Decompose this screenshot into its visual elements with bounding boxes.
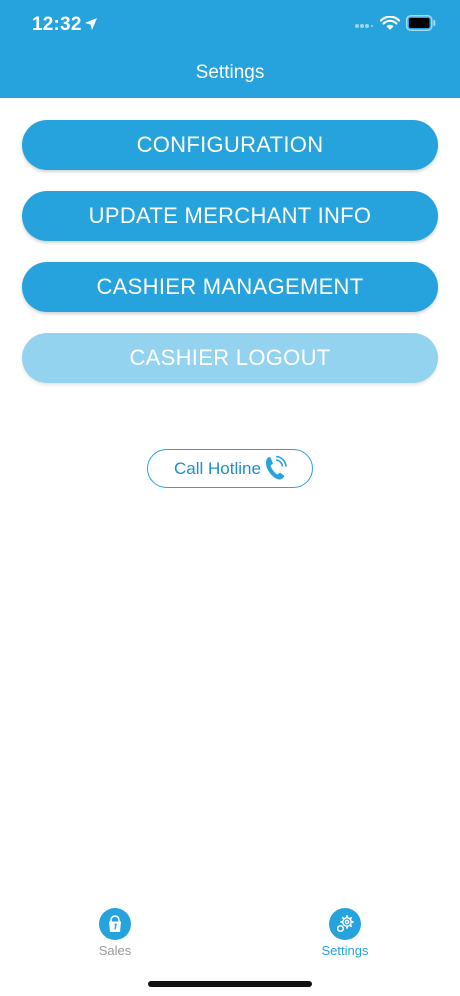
cellular-signal-icon: [355, 24, 373, 28]
sales-bag-icon: [109, 915, 121, 932]
status-bar: 12:32: [0, 0, 460, 50]
call-hotline-label: Call Hotline: [174, 459, 261, 478]
tab-settings-label: Settings: [321, 943, 369, 958]
gear-icon: [336, 915, 354, 933]
configuration-button[interactable]: CONFIGURATION: [22, 120, 438, 170]
tab-settings[interactable]: Settings: [295, 908, 395, 968]
home-indicator: [148, 981, 312, 987]
sales-tab-icon-circle: [99, 908, 131, 940]
update-merchant-info-button[interactable]: UPDATE MERCHANT INFO: [22, 191, 438, 241]
wifi-icon: [380, 16, 400, 30]
settings-tab-icon-circle: [329, 908, 361, 940]
tab-sales[interactable]: Sales: [65, 908, 165, 968]
location-arrow-icon: [85, 18, 97, 30]
top-header: 12:32 Settings: [0, 0, 460, 98]
status-time: 12:32: [32, 14, 82, 35]
phone-icon: [266, 455, 287, 480]
battery-icon: [406, 15, 436, 31]
cashier-logout-button[interactable]: CASHIER LOGOUT: [22, 333, 438, 383]
call-hotline-button[interactable]: Call Hotline: [147, 449, 313, 488]
cashier-management-button[interactable]: CASHIER MANAGEMENT: [22, 262, 438, 312]
page-title: Settings: [195, 62, 265, 83]
tab-sales-label: Sales: [98, 943, 132, 958]
